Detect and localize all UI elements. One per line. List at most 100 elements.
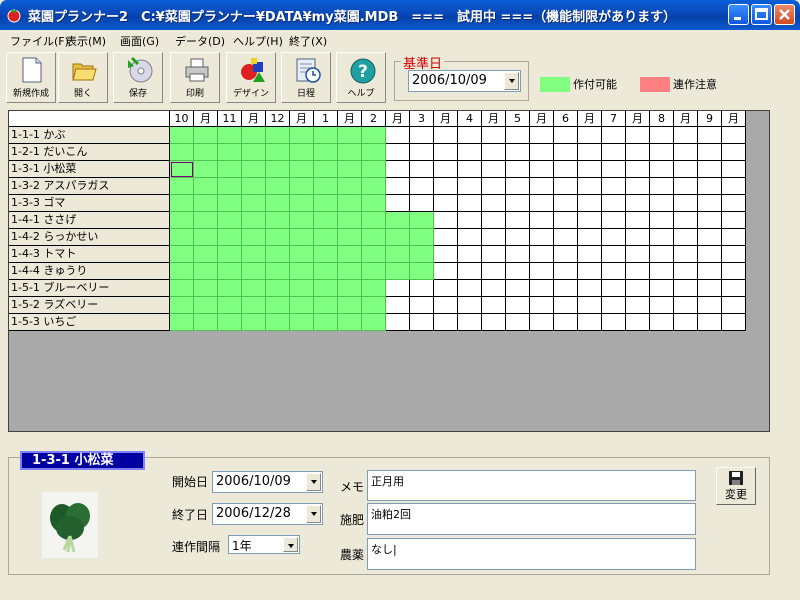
grid-cell[interactable] — [170, 280, 194, 297]
menu-exit[interactable]: 終了(X) — [289, 33, 327, 49]
menu-view[interactable]: 表示(M) — [66, 33, 106, 49]
grid-cell[interactable] — [506, 144, 530, 161]
grid-cell[interactable] — [506, 178, 530, 195]
grid-row-label[interactable]: 1-3-3 ゴマ — [9, 195, 170, 212]
grid-cell[interactable] — [458, 212, 482, 229]
grid-cell[interactable] — [674, 212, 698, 229]
grid-cell[interactable] — [722, 297, 746, 314]
grid-cell[interactable] — [578, 246, 602, 263]
grid-cell[interactable] — [530, 280, 554, 297]
grid-cell[interactable] — [530, 195, 554, 212]
grid-cell[interactable] — [698, 212, 722, 229]
grid-cell[interactable] — [626, 229, 650, 246]
grid-cell[interactable] — [722, 280, 746, 297]
grid-cell[interactable] — [578, 229, 602, 246]
grid-cell[interactable] — [698, 314, 722, 331]
grid-cell[interactable] — [410, 195, 434, 212]
grid-cell[interactable] — [434, 195, 458, 212]
grid-cell[interactable] — [650, 314, 674, 331]
grid-cell[interactable] — [458, 280, 482, 297]
grid-cell[interactable] — [338, 144, 362, 161]
grid-cell[interactable] — [410, 297, 434, 314]
grid-cell[interactable] — [530, 212, 554, 229]
grid-row-label[interactable]: 1-5-1 ブルーベリー — [9, 280, 170, 297]
grid-cell[interactable] — [242, 280, 266, 297]
grid-cell[interactable] — [554, 195, 578, 212]
grid-cell[interactable] — [170, 144, 194, 161]
grid-row-label[interactable]: 1-2-1 だいこん — [9, 144, 170, 161]
grid-cell[interactable] — [674, 195, 698, 212]
grid-cell[interactable] — [362, 229, 386, 246]
grid-cell[interactable] — [194, 195, 218, 212]
grid-cell[interactable] — [578, 212, 602, 229]
grid-cell[interactable] — [218, 246, 242, 263]
grid-cell[interactable] — [626, 280, 650, 297]
grid-cell[interactable] — [602, 229, 626, 246]
grid-cell[interactable] — [386, 178, 410, 195]
grid-cell[interactable] — [194, 263, 218, 280]
grid-cell[interactable] — [674, 229, 698, 246]
grid-cell[interactable] — [602, 178, 626, 195]
grid-cell[interactable] — [338, 280, 362, 297]
grid-cell[interactable] — [194, 246, 218, 263]
grid-cell[interactable] — [290, 280, 314, 297]
grid-cell[interactable] — [218, 263, 242, 280]
grid-cell[interactable] — [626, 314, 650, 331]
grid-cell[interactable] — [218, 178, 242, 195]
grid-cell[interactable] — [458, 144, 482, 161]
grid-cell[interactable] — [386, 246, 410, 263]
grid-cell[interactable] — [530, 246, 554, 263]
grid-cell[interactable] — [626, 195, 650, 212]
grid-cell[interactable] — [218, 161, 242, 178]
grid-cell[interactable] — [578, 144, 602, 161]
base-date-select[interactable]: 2006/10/09 — [408, 70, 521, 92]
grid-cell[interactable] — [674, 280, 698, 297]
open-button[interactable]: 開く — [58, 52, 108, 103]
grid-cell[interactable] — [218, 314, 242, 331]
grid-cell[interactable] — [602, 195, 626, 212]
grid-cell[interactable] — [266, 161, 290, 178]
grid-cell[interactable] — [626, 127, 650, 144]
grid-cell[interactable] — [194, 212, 218, 229]
grid-cell[interactable] — [602, 212, 626, 229]
grid-cell[interactable] — [722, 263, 746, 280]
grid-cell[interactable] — [314, 161, 338, 178]
grid-cell[interactable] — [722, 314, 746, 331]
grid-cell[interactable] — [650, 127, 674, 144]
grid-cell[interactable] — [554, 263, 578, 280]
grid-cell[interactable] — [506, 314, 530, 331]
grid-cell[interactable] — [290, 178, 314, 195]
grid-cell[interactable] — [506, 246, 530, 263]
grid-cell[interactable] — [218, 127, 242, 144]
save-button[interactable]: 保存 — [113, 52, 163, 103]
grid-cell[interactable] — [434, 246, 458, 263]
grid-cell[interactable] — [554, 246, 578, 263]
grid-cell[interactable] — [386, 195, 410, 212]
grid-cell[interactable] — [338, 297, 362, 314]
close-button[interactable] — [774, 4, 795, 25]
grid-cell[interactable] — [362, 314, 386, 331]
grid-cell[interactable] — [458, 229, 482, 246]
grid-cell[interactable] — [722, 127, 746, 144]
grid-cell[interactable] — [410, 127, 434, 144]
grid-cell[interactable] — [242, 229, 266, 246]
menu-file[interactable]: ファイル(F) — [10, 33, 69, 49]
grid-cell[interactable] — [290, 212, 314, 229]
grid-cell[interactable] — [722, 144, 746, 161]
grid-cell[interactable] — [626, 263, 650, 280]
grid-cell[interactable] — [242, 144, 266, 161]
grid-cell[interactable] — [698, 178, 722, 195]
grid-cell[interactable] — [386, 212, 410, 229]
schedule-button[interactable]: 日程 — [281, 52, 331, 103]
grid-cell[interactable] — [698, 297, 722, 314]
grid-cell[interactable] — [674, 297, 698, 314]
grid-cell[interactable] — [242, 297, 266, 314]
grid-cell[interactable] — [434, 229, 458, 246]
grid-cell[interactable] — [266, 297, 290, 314]
grid-cell[interactable] — [386, 161, 410, 178]
grid-cell[interactable] — [170, 314, 194, 331]
grid-cell[interactable] — [314, 314, 338, 331]
grid-cell[interactable] — [506, 127, 530, 144]
grid-cell[interactable] — [338, 314, 362, 331]
grid-cell[interactable] — [242, 161, 266, 178]
